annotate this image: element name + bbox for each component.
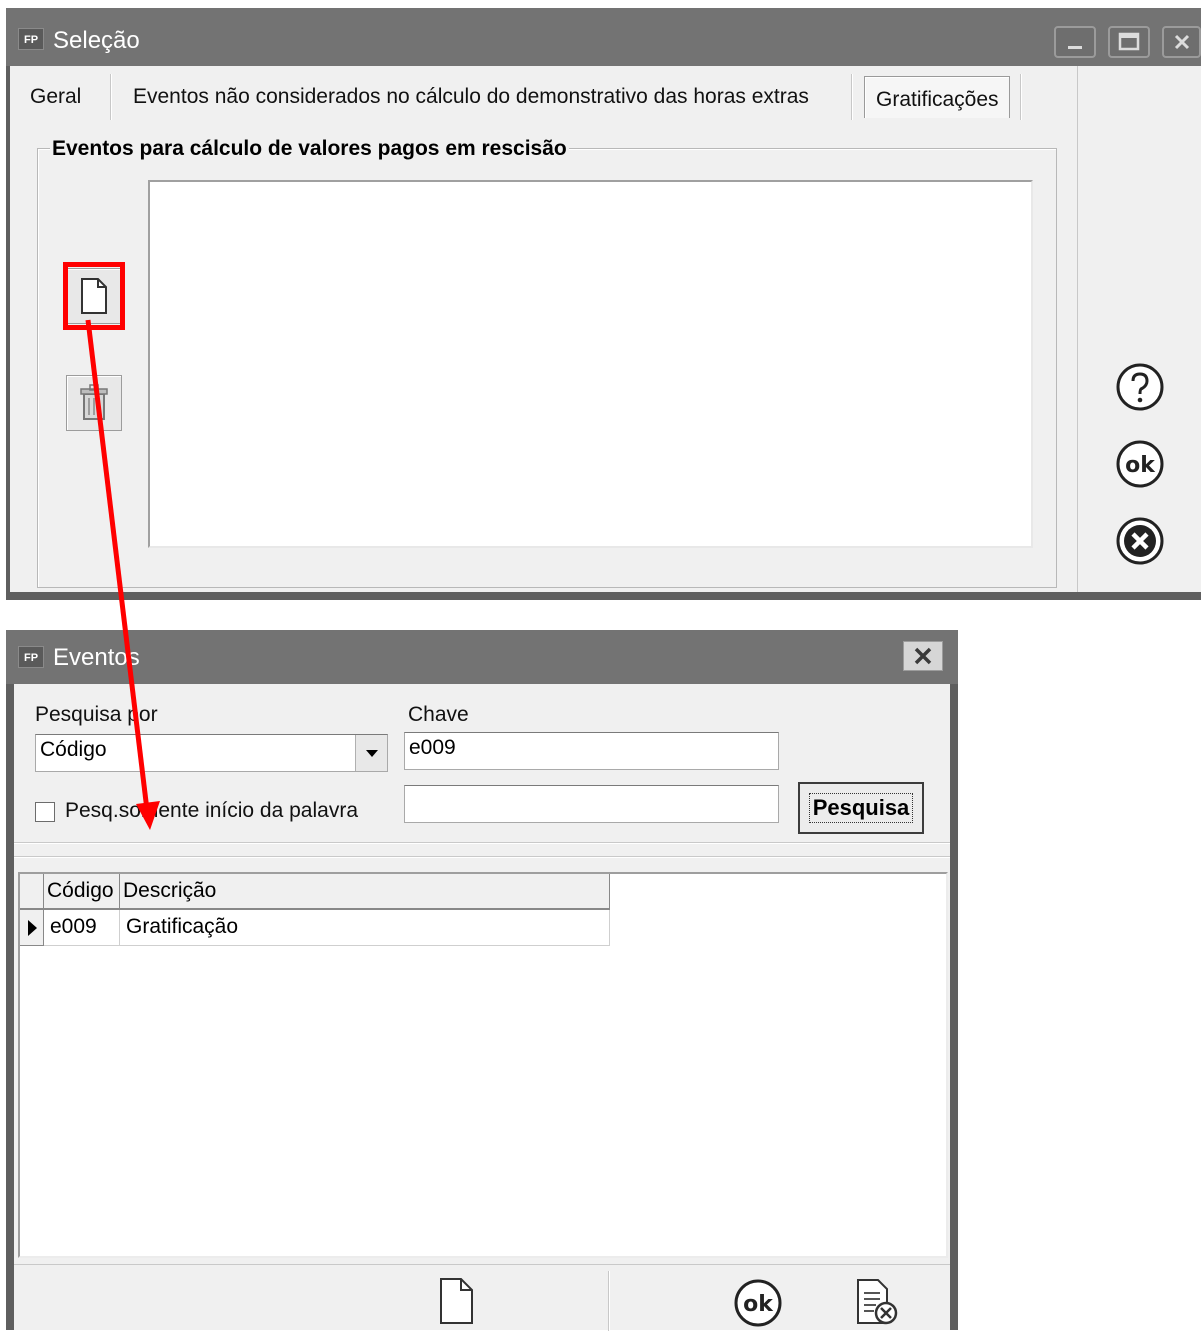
ok-button[interactable]: ok <box>732 1277 786 1331</box>
divider <box>14 856 950 858</box>
help-icon <box>1116 363 1164 411</box>
minimize-icon <box>1068 46 1082 49</box>
key-label: Chave <box>408 703 469 726</box>
selecao-client: Geral Eventos não considerados no cálcul… <box>10 66 1201 592</box>
app-logo: FP <box>18 28 44 50</box>
grid-header-descricao[interactable]: Descrição <box>120 874 610 910</box>
tab-separator <box>110 74 112 120</box>
svg-text:ok: ok <box>1125 453 1156 478</box>
selecao-titlebar[interactable]: FP Seleção <box>6 8 1201 66</box>
tab-geral[interactable]: Geral <box>30 84 81 110</box>
group-title: Eventos para cálculo de valores pagos em… <box>50 136 569 162</box>
grid-cell-codigo[interactable]: e009 <box>44 910 120 946</box>
close-icon <box>914 647 932 665</box>
help-button[interactable] <box>1114 361 1166 413</box>
search-by-label: Pesquisa por <box>35 703 158 726</box>
tab-gratificacoes-label: Gratificações <box>876 88 999 111</box>
document-cancel-icon <box>857 1279 898 1325</box>
search-by-select[interactable]: Código <box>35 734 388 772</box>
cancel-button[interactable] <box>1114 515 1166 567</box>
chevron-down-icon <box>365 750 378 757</box>
window-title: Seleção <box>53 27 140 54</box>
svg-text:ok: ok <box>743 1292 774 1317</box>
window-title: Eventos <box>53 644 140 671</box>
grid-corner <box>20 874 44 910</box>
right-action-panel: ok <box>1077 66 1201 592</box>
prefix-only-label: Pesq.somente início da palavra <box>65 799 359 822</box>
search-button[interactable]: Pesquisa <box>798 782 924 834</box>
search-button-label: Pesquisa <box>808 793 914 823</box>
ok-icon: ok <box>734 1279 782 1327</box>
search-by-dropdown-arrow[interactable] <box>355 735 387 771</box>
minimize-button[interactable] <box>1054 26 1096 58</box>
trash-icon <box>80 384 108 420</box>
cancel-icon <box>1116 517 1164 565</box>
bottom-toolbar: ok <box>14 1264 950 1331</box>
eventos-window: FP Eventos Pesquisa por Código Chave e00… <box>6 630 958 1331</box>
maximize-button[interactable] <box>1108 26 1150 58</box>
eventos-client: Pesquisa por Código Chave e009 Pesq.some… <box>14 684 950 1331</box>
close-button[interactable] <box>1162 26 1201 58</box>
ok-icon: ok <box>1116 440 1164 488</box>
delete-event-button[interactable] <box>66 375 122 431</box>
table-row[interactable]: e009 Gratificação <box>20 910 610 946</box>
row-selected-icon <box>27 919 37 936</box>
close-button[interactable] <box>903 641 943 671</box>
divider <box>14 842 950 844</box>
tab-separator <box>851 74 853 120</box>
eventos-list[interactable] <box>148 180 1033 548</box>
toolbar-separator <box>608 1271 610 1331</box>
tab-eventos-nao-considerados[interactable]: Eventos não considerados no cálculo do d… <box>133 84 809 110</box>
key-input[interactable]: e009 <box>404 732 779 770</box>
tab-separator <box>1020 74 1022 120</box>
tab-gratificacoes[interactable]: Gratificações <box>864 76 1010 118</box>
maximize-icon <box>1118 32 1140 51</box>
eventos-titlebar[interactable]: FP Eventos <box>6 630 958 684</box>
close-icon <box>1174 34 1189 50</box>
cancel-record-button[interactable] <box>852 1277 904 1329</box>
grid-header-codigo[interactable]: Código <box>44 874 120 910</box>
highlight-box <box>63 262 125 330</box>
prefix-only-checkbox[interactable] <box>35 802 55 822</box>
app-logo: FP <box>18 646 44 668</box>
results-grid[interactable]: Código Descrição e009 Gratificação <box>18 872 948 1258</box>
ok-button[interactable]: ok <box>1114 438 1166 490</box>
new-document-icon <box>440 1278 473 1324</box>
row-indicator <box>20 910 44 946</box>
search-by-value: Código <box>40 738 107 761</box>
selecao-window: FP Seleção Geral Eventos não considerado… <box>6 8 1201 600</box>
new-record-button[interactable] <box>436 1277 480 1327</box>
grid-cell-descricao[interactable]: Gratificação <box>120 910 610 946</box>
secondary-key-input[interactable] <box>404 785 779 823</box>
